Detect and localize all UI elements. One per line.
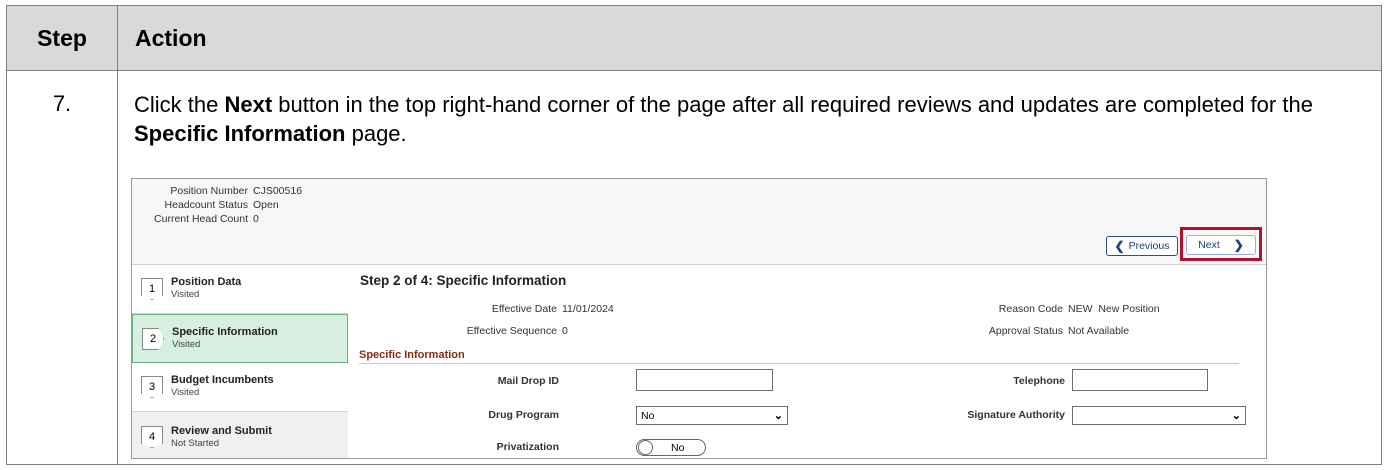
- step-title: Position Data: [171, 276, 242, 288]
- drug-program-select[interactable]: No ⌄: [636, 406, 788, 425]
- instruction-part-2: button in the top right-hand corner of t…: [272, 92, 1313, 117]
- next-button-label: Next: [1198, 239, 1220, 251]
- step-title: Review and Submit: [171, 425, 272, 437]
- instruction-part-1: Click the: [134, 92, 225, 117]
- effective-date-label: Effective Date: [491, 303, 557, 315]
- headcount-status-label: Headcount Status: [164, 199, 248, 211]
- app-screenshot: Position Number CJS00516 Headcount Statu…: [131, 178, 1267, 459]
- mail-drop-label: Mail Drop ID: [497, 375, 559, 387]
- approval-status-row: Approval Status Not Available: [869, 325, 1129, 337]
- step-badge: 1: [141, 278, 163, 300]
- reason-code-label: Reason Code: [998, 303, 1063, 315]
- step-sidebar: 1 Position Data Visited 2 Specific Infor…: [132, 265, 348, 458]
- section-title: Specific Information: [359, 349, 465, 361]
- step-status: Visited: [171, 289, 200, 300]
- signature-authority-select[interactable]: ⌄: [1072, 406, 1246, 425]
- reason-code-value: NEW New Position: [1068, 303, 1160, 315]
- mail-drop-input[interactable]: [636, 369, 773, 391]
- step-number: 7.: [52, 91, 72, 116]
- toggle-knob: [638, 440, 653, 455]
- signature-authority-row: Signature Authority: [869, 409, 1065, 421]
- previous-button-label: Previous: [1128, 240, 1170, 252]
- previous-button[interactable]: ❮ Previous: [1106, 236, 1178, 256]
- effective-sequence-label: Effective Sequence: [466, 325, 557, 337]
- current-head-count-row: Current Head Count 0: [140, 213, 259, 225]
- page-title: Step 2 of 4: Specific Information: [360, 273, 567, 288]
- current-head-count-label: Current Head Count: [154, 213, 248, 225]
- drug-program-value: No: [641, 409, 655, 422]
- sidebar-step-review-and-submit[interactable]: 4 Review and Submit Not Started: [132, 412, 348, 458]
- privatization-value: No: [671, 442, 685, 454]
- drug-program-label: Drug Program: [488, 409, 559, 421]
- step-badge: 4: [141, 426, 163, 448]
- chevron-down-icon: ⌄: [773, 410, 783, 422]
- headcount-status-value: Open: [253, 199, 279, 211]
- current-head-count-value: 0: [253, 213, 259, 225]
- effective-sequence-value: 0: [562, 325, 568, 337]
- step-title: Specific Information: [172, 326, 278, 338]
- effective-date-row: Effective Date 11/01/2024: [359, 303, 614, 315]
- effective-date-value: 11/01/2024: [562, 303, 614, 315]
- header-step: Step: [37, 25, 87, 51]
- chevron-down-icon: ⌄: [1231, 410, 1241, 422]
- step-status: Not Started: [171, 438, 220, 449]
- instruction-bold-specific-information: Specific Information: [134, 121, 346, 146]
- approval-status-value: Not Available: [1068, 325, 1130, 337]
- header-action: Action: [135, 25, 207, 51]
- step-status: Visited: [172, 339, 201, 350]
- instruction-bold-next: Next: [224, 92, 273, 117]
- sidebar-step-budget-incumbents[interactable]: 3 Budget Incumbents Visited: [132, 363, 348, 412]
- telephone-input[interactable]: [1072, 369, 1208, 391]
- chevron-right-icon: ❯: [1233, 238, 1244, 252]
- instruction-text: Click the Next button in the top right-h…: [134, 90, 1364, 148]
- position-header: Position Number CJS00516 Headcount Statu…: [132, 179, 1266, 265]
- position-number-value: CJS00516: [253, 185, 303, 197]
- privatization-label: Privatization: [496, 441, 559, 453]
- privatization-row: Privatization: [359, 441, 559, 453]
- next-button[interactable]: Next ❯: [1186, 235, 1256, 255]
- reason-code-row: Reason Code NEW New Position: [869, 303, 1160, 315]
- privatization-toggle[interactable]: No: [636, 439, 706, 456]
- headcount-status-row: Headcount Status Open: [140, 199, 279, 211]
- telephone-label: Telephone: [1013, 375, 1065, 387]
- sidebar-step-specific-information[interactable]: 2 Specific Information Visited: [132, 314, 348, 363]
- approval-status-label: Approval Status: [988, 325, 1063, 337]
- table-header-row: [7, 6, 1381, 71]
- section-divider: [359, 363, 1239, 364]
- chevron-left-icon: ❮: [1114, 239, 1125, 253]
- step-badge: 3: [141, 376, 163, 398]
- step-title: Budget Incumbents: [171, 374, 274, 386]
- instruction-part-3: page.: [345, 121, 407, 146]
- effective-sequence-row: Effective Sequence 0: [359, 325, 568, 337]
- step-badge: 2: [142, 328, 164, 350]
- column-divider: [117, 6, 118, 464]
- position-number-row: Position Number CJS00516: [140, 185, 302, 197]
- sidebar-step-position-data[interactable]: 1 Position Data Visited: [132, 265, 348, 314]
- position-number-label: Position Number: [170, 185, 248, 197]
- telephone-row: Telephone: [869, 375, 1065, 387]
- signature-authority-label: Signature Authority: [967, 409, 1065, 421]
- instruction-table: Step Action 7. Click the Next button in …: [6, 5, 1382, 465]
- mail-drop-row: Mail Drop ID: [359, 375, 559, 387]
- step-status: Visited: [171, 387, 200, 398]
- drug-program-row: Drug Program: [359, 409, 559, 421]
- main-panel: Step 2 of 4: Specific Information Effect…: [349, 265, 1266, 458]
